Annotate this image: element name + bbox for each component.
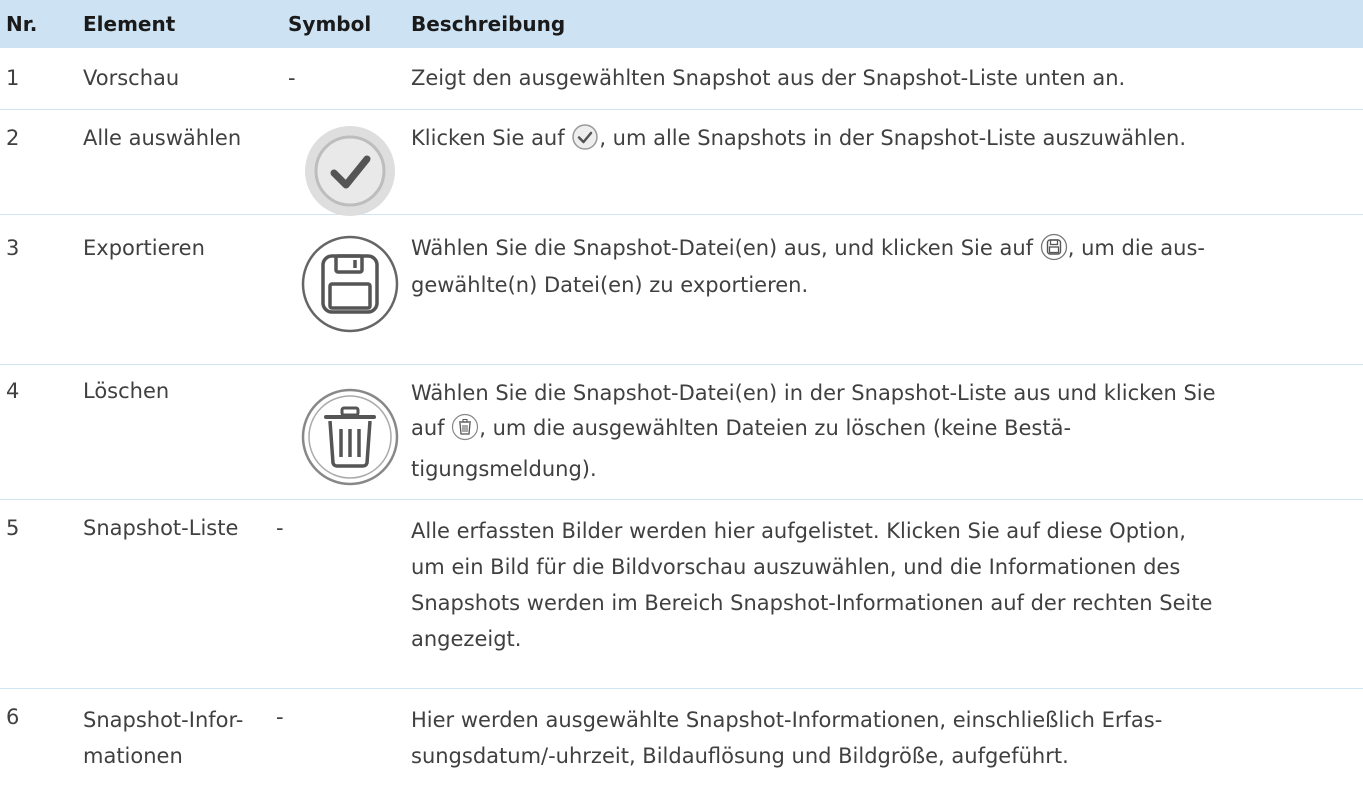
row-description: Wählen Sie die Snapshot-Datei(en) in der…: [411, 381, 1216, 481]
table-row: 6 Snapshot-Infor-mationen - Hier werden …: [0, 689, 1363, 806]
row-symbol: -: [276, 516, 284, 540]
header-nr: Nr.: [6, 12, 38, 36]
table-row: 3 Exportieren Wählen Sie die Snapshot-Da…: [0, 215, 1363, 365]
row-nr: 4: [6, 379, 20, 403]
row-description: Wählen Sie die Snapshot-Datei(en) aus, u…: [411, 233, 1359, 301]
row-symbol: -: [276, 705, 284, 729]
row-symbol: -: [288, 66, 296, 90]
checkmark-circle-icon: [302, 123, 398, 223]
row-element: Snapshot-Infor-mationen: [83, 708, 244, 768]
header-element: Element: [83, 12, 176, 36]
row-description: Hier werden ausgewählte Snapshot-Informa…: [411, 708, 1163, 768]
row-description: Klicken Sie auf , um alle Snapshots in d…: [411, 123, 1359, 160]
table-row: 2 Alle auswählen Klicken Sie auf , um al…: [0, 110, 1363, 216]
row-nr: 1: [6, 66, 20, 90]
table-row: 5 Snapshot-Liste - Alle erfassten Bilder…: [0, 500, 1363, 689]
checkmark-circle-icon: [571, 123, 599, 160]
trash-icon: [451, 413, 479, 452]
row-element: Snapshot-Liste: [83, 516, 239, 540]
row-nr: 2: [6, 126, 20, 150]
table-row: 1 Vorschau - Zeigt den ausgewählten Snap…: [0, 48, 1363, 110]
save-floppy-icon: [1040, 233, 1068, 270]
row-description: Alle erfassten Bilder werden hier aufgel…: [411, 519, 1213, 651]
row-element: Exportieren: [83, 236, 205, 260]
row-nr: 6: [6, 705, 20, 729]
table-row: 4 Löschen Wählen Sie die Snapshot-Datei(…: [0, 365, 1363, 500]
row-nr: 5: [6, 516, 20, 540]
row-element: Alle auswählen: [83, 126, 242, 150]
save-floppy-icon: [300, 234, 400, 338]
row-element: Löschen: [83, 379, 170, 403]
trash-icon: [300, 387, 400, 491]
table-header: Nr. Element Symbol Beschreibung: [0, 0, 1363, 48]
row-element: Vorschau: [83, 66, 180, 90]
header-description: Beschreibung: [411, 12, 566, 36]
header-symbol: Symbol: [288, 12, 372, 36]
row-nr: 3: [6, 236, 20, 260]
row-description: Zeigt den ausgewählten Snapshot aus der …: [411, 66, 1126, 90]
